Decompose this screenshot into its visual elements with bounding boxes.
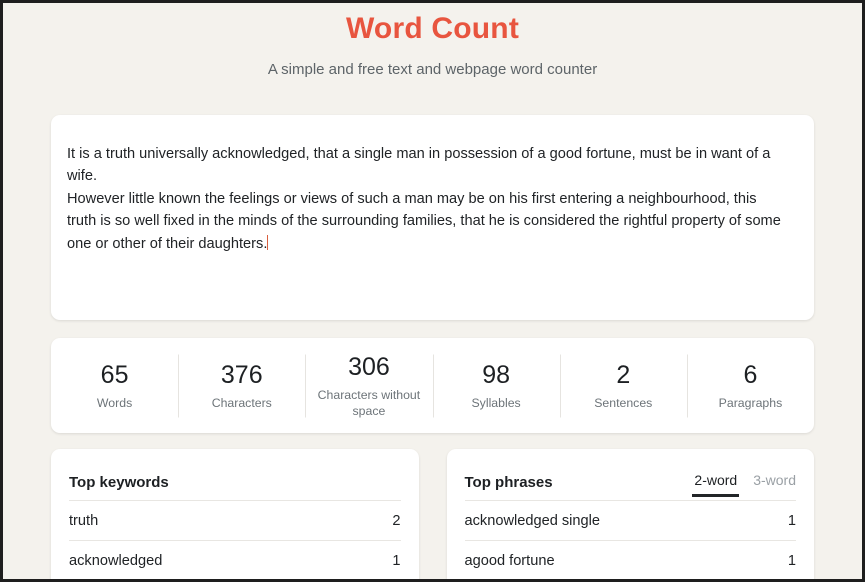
statistics-bar: 65 Words 376 Characters 306 Characters w… xyxy=(51,338,814,433)
stat-label: Syllables xyxy=(471,395,521,410)
stat-label: Sentences xyxy=(594,395,653,410)
table-row: acknowledged 1 xyxy=(69,541,401,579)
stat-label: Characters xyxy=(211,395,272,410)
tab-2-word[interactable]: 2-word xyxy=(692,472,739,497)
text-caret xyxy=(267,234,269,250)
keyword-term: truth xyxy=(69,512,99,529)
stat-label: Paragraphs xyxy=(718,395,783,410)
stat-paragraphs: 6 Paragraphs xyxy=(687,360,814,412)
top-keywords-header: Top keywords xyxy=(69,449,401,500)
stat-value: 306 xyxy=(348,353,390,381)
tab-3-word[interactable]: 3-word xyxy=(753,472,796,497)
text-editor-input[interactable]: It is a truth universally acknowledged, … xyxy=(67,146,785,252)
stat-label: Words xyxy=(96,395,133,410)
stat-characters: 376 Characters xyxy=(178,360,305,412)
panel-title: Top keywords xyxy=(69,474,169,491)
keyword-count: 2 xyxy=(392,512,401,529)
top-phrases-header: Top phrases 2-word 3-word xyxy=(464,449,796,500)
top-phrases-panel: Top phrases 2-word 3-word acknowledged s… xyxy=(446,449,814,579)
stat-value: 98 xyxy=(482,360,510,389)
keyword-count: 1 xyxy=(392,552,401,569)
stat-value: 376 xyxy=(220,360,263,389)
stat-label: Characters without space xyxy=(317,388,421,418)
table-row: agood fortune 1 xyxy=(465,541,797,579)
stat-value: 2 xyxy=(616,360,631,389)
table-row: acknowledged single 1 xyxy=(464,501,796,541)
table-row: truth 2 xyxy=(69,501,401,541)
stat-value: 65 xyxy=(100,360,129,389)
phrase-length-tabs: 2-word 3-word xyxy=(692,472,796,500)
page-root: Word Count A simple and free text and we… xyxy=(3,3,862,579)
phrase-count: 1 xyxy=(787,552,796,569)
stat-sentences: 2 Sentences xyxy=(560,360,687,412)
phrase-count: 1 xyxy=(787,512,796,529)
stat-value: 6 xyxy=(743,360,758,389)
page-title: Word Count xyxy=(345,12,520,45)
top-keywords-panel: Top keywords truth 2 acknowledged 1 xyxy=(51,449,419,579)
phrase-term: agood fortune xyxy=(464,552,555,569)
bottom-panels: Top keywords truth 2 acknowledged 1 Top … xyxy=(51,449,814,579)
text-input-card[interactable]: It is a truth universally acknowledged, … xyxy=(51,115,814,320)
stat-words: 65 Words xyxy=(51,360,178,412)
page-subtitle: A simple and free text and webpage word … xyxy=(267,61,598,78)
stat-characters-without-space: 306 Characters without space xyxy=(305,352,432,419)
browser-viewport: Word Count A simple and free text and we… xyxy=(3,3,862,579)
panel-title: Top phrases xyxy=(464,474,553,491)
stat-syllables: 98 Syllables xyxy=(433,360,560,412)
keyword-term: acknowledged xyxy=(69,552,163,569)
phrase-term: acknowledged single xyxy=(464,512,601,529)
